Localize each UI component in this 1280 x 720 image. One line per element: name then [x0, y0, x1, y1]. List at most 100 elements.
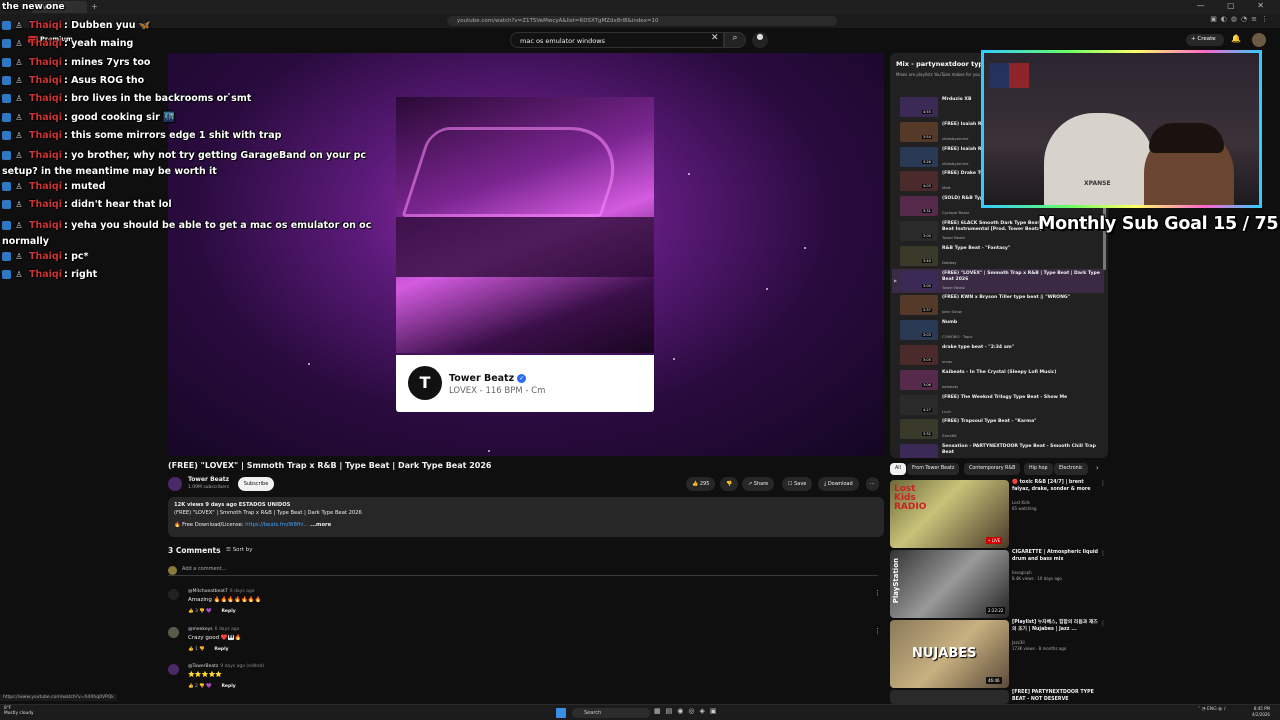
playlist-thumbnail[interactable] [900, 270, 938, 291]
recommendation-item[interactable]: [FREE] PARTYNEXTDOOR TYPE BEAT - NOT DES… [890, 690, 1108, 704]
playlist-item[interactable]: 4:27 (FREE) The Weeknd Trilogy Type Beat … [892, 393, 1104, 417]
taskbar-search[interactable]: Search [572, 708, 650, 718]
channel-avatar[interactable] [168, 477, 182, 491]
reply-button[interactable]: Reply [221, 609, 235, 614]
recommendation-more-icon[interactable]: ⋮ [1100, 480, 1106, 487]
save-button[interactable]: ☐ Save [782, 477, 813, 491]
recommendation-title[interactable]: [Playlist] 누자베스, 힙합의 리듬과 재즈의 조기 | Nujabe… [1012, 620, 1102, 633]
playlist-item[interactable]: Sensation - PARTYNEXTDOOR Type Beat - Sm… [892, 442, 1104, 458]
playlist-item[interactable]: 3:05 drake type beat - "2:34 am" xmas [892, 343, 1104, 367]
comment-like-icon[interactable]: 👍 [188, 609, 194, 614]
chip-hip-hop[interactable]: Hip hop [1024, 463, 1053, 475]
window-controls[interactable]: — ▢ ✕ [1197, 1, 1274, 10]
comment-handle[interactable]: @meekeys 6 days ago [188, 627, 239, 632]
description-more[interactable]: ...more [310, 522, 331, 528]
commenter-avatar[interactable] [168, 664, 179, 675]
recommendation-title[interactable]: CIGARETTE | Atmospheric liquid drum and … [1012, 550, 1102, 563]
playlist-thumbnail[interactable] [900, 245, 938, 266]
playlist-item-title[interactable]: (FREE) Trapsoul Type Beat - "Karma" [942, 419, 1100, 425]
playlist-item-title[interactable]: (FREE) "LOVEX" | Smmoth Trap x R&B | Typ… [942, 271, 1100, 283]
chevron-right-icon[interactable]: › [1096, 464, 1099, 472]
browser-extension-icons[interactable]: ▣◐◍◔≡⋮ [1210, 15, 1272, 23]
windows-start-icon[interactable] [556, 708, 566, 718]
recommendation-more-icon[interactable]: ⋮ [1100, 620, 1106, 627]
comment-dislike-icon[interactable]: 👎 [199, 684, 205, 689]
more-actions-icon[interactable]: ⋯ [866, 477, 879, 491]
recommendation-thumbnail[interactable]: Lost Kids RADIO • LIVE [890, 480, 1009, 548]
description-box[interactable]: 12K views 9 days ago ESTADOS UNIDOS (FRE… [168, 497, 884, 537]
taskbar-clock[interactable]: 8:45 PM 4/2/2026 [1252, 706, 1270, 718]
comment-more-icon[interactable]: ⋮ [874, 627, 881, 635]
recommendation-thumbnail[interactable] [890, 690, 1009, 704]
playlist-thumbnail[interactable] [900, 320, 938, 341]
playlist-thumbnail[interactable] [900, 146, 938, 167]
address-bar[interactable]: youtube.com/watch?v=Z1T5VeMwcyA&list=RDS… [447, 16, 837, 26]
share-button[interactable]: ↗ Share [742, 477, 775, 491]
recommendation-thumbnail[interactable]: NUJABES 46:46 [890, 620, 1009, 688]
comment-dislike-icon[interactable]: 👎 [199, 609, 205, 614]
sort-comments-button[interactable]: ☰ Sort by [226, 547, 252, 553]
playlist-thumbnail[interactable] [900, 419, 938, 440]
playlist-thumbnail[interactable] [900, 369, 938, 390]
comment-handle[interactable]: @Mitchoeatbeat7 6 days ago [188, 589, 255, 594]
comment-like-icon[interactable]: 👍 [188, 684, 194, 689]
comment-more-icon[interactable]: ⋮ [874, 589, 881, 597]
recommendation-title[interactable]: 🔴 toxic R&B [24/7] | brent faiyaz, drake… [1012, 480, 1102, 493]
playlist-item-title[interactable]: Kaibeats - In The Crystal (Sleepy Lofi M… [942, 370, 1100, 376]
playlist-thumbnail[interactable] [900, 196, 938, 217]
commenter-avatar[interactable] [168, 589, 179, 600]
search-input[interactable]: mac os emulator windows [510, 32, 724, 48]
chip-all[interactable]: All [890, 463, 906, 475]
recommendation-item[interactable]: PlayStation 2:22:22 CIGARETTE | Atmosphe… [890, 550, 1108, 618]
playlist-thumbnail[interactable] [900, 295, 938, 316]
recommendation-title[interactable]: [FREE] PARTYNEXTDOOR TYPE BEAT - NOT DES… [1012, 690, 1102, 703]
playlist-item[interactable]: 3:40 R&B Type Beat - "Fantasy" Dabbay [892, 244, 1104, 268]
system-tray[interactable]: ˄ ◔ ENG ◍ ♪ [1198, 707, 1226, 712]
comment-handle[interactable]: @TowerBeatz 9 days ago (edited) [188, 664, 264, 669]
dislike-button[interactable]: 👎 [720, 477, 739, 491]
comment-like-icon[interactable]: 👍 [188, 647, 194, 652]
recommendation-thumbnail[interactable]: PlayStation 2:22:22 [890, 550, 1009, 618]
microphone-icon[interactable]: ● [752, 32, 768, 48]
playlist-thumbnail[interactable] [900, 221, 938, 241]
weather-widget[interactable]: 8°F Mostly cloudy [4, 706, 34, 716]
playlist-thumbnail[interactable] [900, 345, 938, 365]
reply-button[interactable]: Reply [214, 647, 228, 652]
commenter-avatar[interactable] [168, 627, 179, 638]
playlist-item-title[interactable]: Sensation - PARTYNEXTDOOR Type Beat - Sm… [942, 444, 1100, 456]
recommendation-item[interactable]: NUJABES 46:46 [Playlist] 누자베스, 힙합의 리듬과 재… [890, 620, 1108, 688]
chip-electronic[interactable]: Electronic [1054, 463, 1088, 475]
channel-name[interactable]: Tower Beatz [188, 476, 229, 483]
chip-contemporary-rnb[interactable]: Contemporary R&B [964, 463, 1021, 475]
playlist-item[interactable]: 3:32 (FREE) Trapsoul Type Beat - "Karma" Z… [892, 417, 1104, 441]
playlist-thumbnail[interactable] [900, 97, 938, 117]
comment-dislike-icon[interactable]: 👎 [199, 647, 205, 652]
playlist-item-title[interactable]: drake type beat - "2:34 am" [942, 345, 1100, 351]
playlist-item-title[interactable]: (FREE) The Weeknd Trilogy Type Beat - Sh… [942, 395, 1100, 401]
create-button[interactable]: + Create [1186, 34, 1224, 46]
clear-search-icon[interactable]: ✕ [711, 33, 719, 43]
recommendation-more-icon[interactable]: ⋮ [1100, 550, 1106, 557]
playlist-item-title[interactable]: (FREE) KWN x Bryson Tiller type beat || … [942, 295, 1100, 301]
account-avatar[interactable] [1252, 33, 1266, 47]
playlist-item[interactable]: 3:06 Kaibeats - In The Crystal (Sleepy Lo… [892, 368, 1104, 392]
playlist-thumbnail[interactable] [900, 121, 938, 142]
taskbar-apps[interactable]: ▦▤◉◎◈▣ [654, 707, 721, 715]
playlist-thumbnail[interactable] [900, 171, 938, 192]
subscribe-button[interactable]: Subscribe [238, 477, 274, 491]
notifications-icon[interactable]: 🔔 [1231, 34, 1241, 43]
playlist-item-title[interactable]: Numb [942, 320, 1100, 326]
playlist-item[interactable]: 3:03 Numb COMOBO · Topic [892, 318, 1104, 342]
playlist-item[interactable]: ▶ 3:00 (FREE) "LOVEX" | Smmoth Trap x R&B … [892, 268, 1104, 293]
add-comment-input[interactable]: Add a comment... [168, 566, 878, 576]
chip-from-channel[interactable]: From Tower Beatz [907, 463, 960, 475]
playlist-item[interactable]: 2:37 (FREE) KWN x Bryson Tiller type beat… [892, 293, 1104, 317]
recommendation-item[interactable]: Lost Kids RADIO • LIVE 🔴 toxic R&B [24/7… [890, 480, 1108, 548]
like-button[interactable]: 👍 295 [686, 477, 716, 491]
playlist-thumbnail[interactable] [900, 444, 938, 458]
search-button[interactable]: ⌕ [724, 32, 746, 48]
download-button[interactable]: ⤓ Download [818, 477, 859, 491]
description-link[interactable]: https://beats.fm/W8fhi... [245, 522, 308, 528]
reply-button[interactable]: Reply [221, 684, 235, 689]
playlist-thumbnail[interactable] [900, 394, 938, 415]
